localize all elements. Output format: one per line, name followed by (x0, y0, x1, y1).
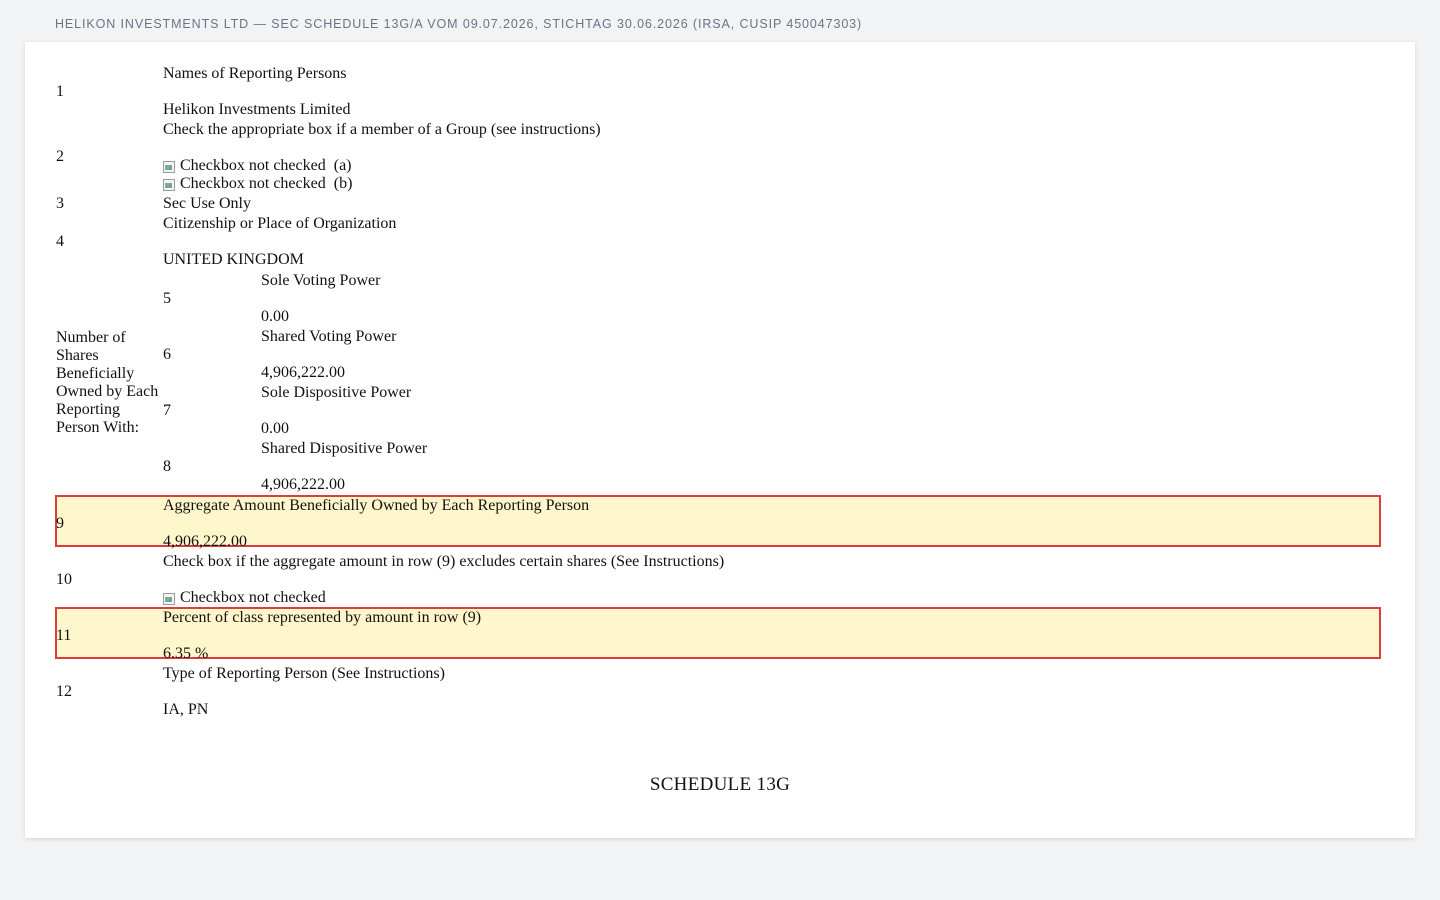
row-1-value: Helikon Investments Limited (163, 101, 351, 118)
row-5-label: Sole Voting Power (261, 272, 381, 289)
group-checkbox-a[interactable]: Checkbox not checked (a) (162, 157, 352, 175)
row-12-number: 12 (56, 683, 72, 700)
row-6-label: Shared Voting Power (261, 328, 397, 345)
row-11-number: 11 (56, 627, 72, 644)
row-3-label: Sec Use Only (163, 195, 251, 212)
row-4-number: 4 (56, 233, 64, 250)
row-12-value: IA, PN (163, 701, 209, 718)
row-9-value: 4,906,222.00 (163, 533, 247, 550)
checkbox-icon (162, 591, 176, 605)
row-4-value: UNITED KINGDOM (163, 251, 304, 268)
document-header-title: HELIKON INVESTMENTS LTD — SEC SCHEDULE 1… (55, 17, 863, 31)
checkbox-alt-text: Checkbox not checked (180, 157, 326, 174)
row-5-value: 0.00 (261, 308, 289, 325)
row-1-label: Names of Reporting Persons (163, 65, 347, 82)
exclude-shares-checkbox[interactable]: Checkbox not checked (162, 589, 326, 607)
filing-cover-page: 1 Names of Reporting Persons Helikon Inv… (25, 42, 1415, 838)
row-10-number: 10 (56, 571, 72, 588)
schedule-title: SCHEDULE 13G (649, 774, 791, 795)
checkbox-icon (162, 177, 176, 191)
checkbox-alt-text: Checkbox not checked (180, 175, 326, 192)
row-5-number: 5 (163, 290, 171, 307)
checkbox-option-b: (b) (333, 175, 353, 192)
row-2-label: Check the appropriate box if a member of… (163, 121, 601, 138)
checkbox-icon (162, 159, 176, 173)
row-12-label: Type of Reporting Person (See Instructio… (163, 665, 445, 682)
row-9-number: 9 (56, 515, 64, 532)
row-1-number: 1 (56, 83, 64, 100)
row-7-value: 0.00 (261, 420, 289, 437)
row-7-label: Sole Dispositive Power (261, 384, 412, 401)
checkbox-option-a: (a) (333, 157, 352, 174)
row-8-label: Shared Dispositive Power (261, 440, 428, 457)
row-8-value: 4,906,222.00 (261, 476, 345, 493)
row-2-number: 2 (56, 148, 64, 165)
row-6-number: 6 (163, 346, 171, 363)
shares-owned-label: Number of Shares Beneficially Owned by E… (56, 329, 159, 436)
row-6-value: 4,906,222.00 (261, 364, 345, 381)
row-8-number: 8 (163, 458, 171, 475)
row-10-label: Check box if the aggregate amount in row… (163, 553, 725, 570)
row-11-label: Percent of class represented by amount i… (163, 609, 482, 626)
row-11-value: 6.35 % (163, 645, 209, 662)
checkbox-alt-text: Checkbox not checked (180, 589, 326, 606)
row-9-label: Aggregate Amount Beneficially Owned by E… (163, 497, 590, 514)
group-checkbox-b[interactable]: Checkbox not checked (b) (162, 175, 352, 193)
row-3-number: 3 (56, 195, 64, 212)
row-7-number: 7 (163, 402, 171, 419)
row-4-label: Citizenship or Place of Organization (163, 215, 397, 232)
